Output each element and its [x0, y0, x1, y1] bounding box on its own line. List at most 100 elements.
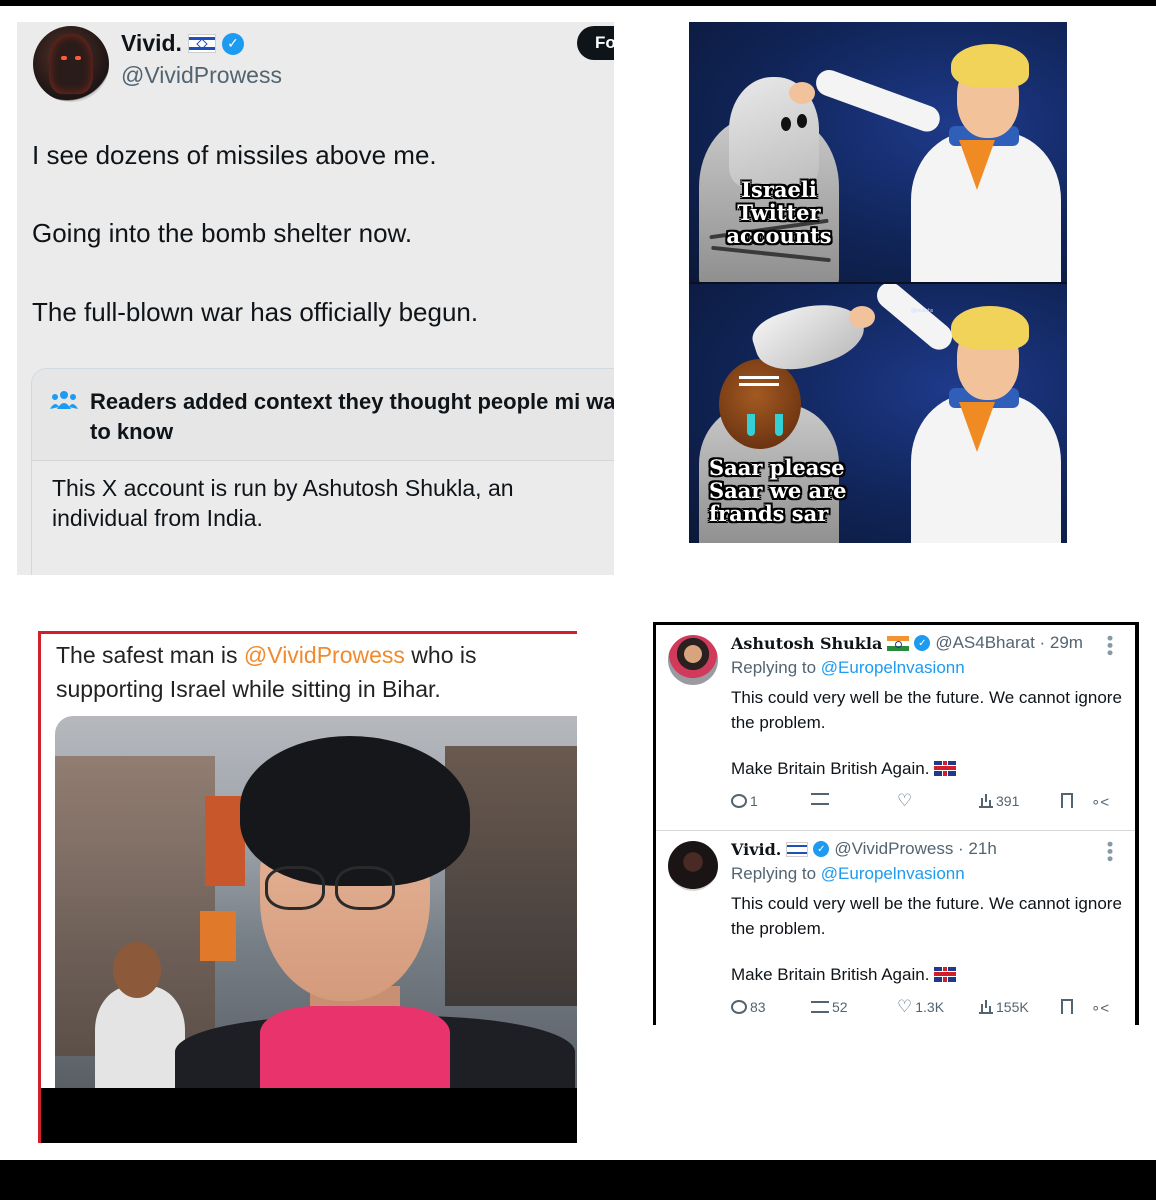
tweet-actions: 83 52 ♡ 1.3K 155K ∘< [731, 997, 1131, 1021]
view-count: 391 [996, 793, 1020, 809]
display-name[interactable]: Ashutosh Shukla [731, 634, 882, 653]
avatar[interactable] [668, 635, 718, 685]
india-flag-icon [887, 635, 910, 651]
views-button[interactable]: 391 [979, 793, 1019, 809]
tweet-header: Ashutosh Shukla ✓ @AS4Bharat · 29m [731, 633, 1083, 653]
tweet-body: This could very well be the future. We c… [731, 894, 1122, 938]
community-note-body: This X account is run by Ashutosh Shukla… [52, 475, 514, 531]
tweet[interactable]: Ashutosh Shukla ✓ @AS4Bharat · 29m ••• R… [656, 625, 1135, 830]
tilak-mark [739, 376, 779, 386]
tweet-actions: 1 ♡ 391 ∘< [731, 791, 1131, 815]
top-border [0, 0, 1156, 6]
display-name-row[interactable]: Vivid. ✓ [121, 30, 244, 57]
mention-link[interactable]: @VividProwess [244, 642, 405, 668]
verified-badge-icon: ✓ [813, 841, 830, 857]
helmet-eye [75, 56, 81, 60]
verified-badge-icon: ✓ [914, 635, 931, 651]
share-icon: ∘< [1091, 794, 1110, 811]
tweet-body-line: Make Britain British Again. [731, 965, 957, 985]
heart-icon: ♡ [897, 791, 913, 810]
handle-time[interactable]: @AS4Bharat · 29m [935, 633, 1083, 653]
fred-arm [871, 284, 958, 355]
uk-flag-icon [934, 761, 957, 776]
replying-to-link[interactable]: @Europelnvasionn [821, 658, 965, 677]
fred-arm [812, 66, 944, 136]
israel-flag-icon [786, 841, 809, 857]
glasses-lens [265, 866, 325, 910]
post-caption: The safest man is @VividProwess who is s… [56, 638, 576, 706]
community-notes-icon [50, 391, 78, 409]
uk-flag-icon [934, 967, 957, 982]
tears [775, 414, 783, 436]
retweet-icon [811, 1001, 829, 1013]
watermark: @mullahs [911, 308, 934, 314]
meme-caption-top: Israeli Twitter accounts [726, 177, 832, 248]
reply-icon [731, 794, 747, 808]
like-button[interactable]: ♡ 1.3K [897, 997, 944, 1016]
fred-hand [849, 306, 875, 328]
meme-frame-top: Israeli Twitter accounts [689, 22, 1067, 282]
reply-button[interactable]: 83 [731, 999, 766, 1015]
display-name: Vivid. [121, 30, 182, 56]
bystander-head [113, 942, 161, 998]
heart-icon: ♡ [897, 997, 913, 1016]
tweets-comparison-panel: Ashutosh Shukla ✓ @AS4Bharat · 29m ••• R… [653, 622, 1139, 1025]
bookmark-button[interactable] [1061, 999, 1073, 1014]
tweet-line: I see dozens of missiles above me. [32, 140, 437, 170]
replying-label: Replying to [731, 864, 821, 883]
share-button[interactable]: ∘< [1091, 999, 1109, 1017]
replying-to: Replying to @Europelnvasionn [731, 658, 965, 678]
ghost-eye-hole [797, 114, 807, 128]
tweet[interactable]: Vivid. ✓ @VividProwess · 21h ••• Replyin… [656, 830, 1135, 1025]
caption-text: The safest man is [56, 642, 244, 668]
reply-count: 1 [750, 793, 758, 809]
verified-badge-icon: ✓ [221, 32, 244, 55]
hair [240, 736, 470, 886]
replying-to-link[interactable]: @Europelnvasionn [821, 864, 965, 883]
avatar[interactable] [33, 26, 109, 102]
bookmark-button[interactable] [1061, 793, 1073, 808]
tears [747, 414, 755, 436]
vehicle-background [445, 746, 577, 1006]
display-name[interactable]: Vivid. [731, 840, 781, 859]
user-handle[interactable]: @VividProwess [121, 62, 282, 89]
more-options-icon[interactable]: ••• [1100, 635, 1120, 657]
views-icon [979, 1000, 993, 1014]
shop-sign [205, 796, 245, 886]
avatar[interactable] [668, 841, 718, 891]
share-icon: ∘< [1091, 1000, 1110, 1017]
fred-hair [951, 306, 1029, 350]
view-count: 155K [996, 999, 1029, 1015]
community-note: Readers added context they thought peopl… [31, 368, 614, 575]
views-button[interactable]: 155K [979, 999, 1029, 1015]
more-options-icon[interactable]: ••• [1100, 841, 1120, 863]
retweet-button[interactable] [811, 793, 832, 805]
retweet-count: 52 [832, 999, 848, 1015]
replying-label: Replying to [731, 658, 821, 677]
pink-scarf [260, 1006, 450, 1088]
tweet-screenshot-panel: Vivid. ✓ @VividProwess Fo I see dozens o… [17, 22, 614, 575]
reply-count: 83 [750, 999, 766, 1015]
reply-button[interactable]: 1 [731, 793, 758, 809]
tweet-line: The full-blown war has officially begun. [32, 297, 479, 327]
community-note-title: Readers added context they thought peopl… [90, 389, 614, 444]
bookmark-icon [1061, 999, 1073, 1014]
helmet-eye [61, 56, 67, 60]
tweet-text: Make Britain British Again. [731, 965, 930, 984]
like-button[interactable]: ♡ [897, 791, 915, 810]
retweet-button[interactable]: 52 [811, 999, 848, 1015]
fred-hair [951, 44, 1029, 88]
bottom-black-bar [0, 1160, 1156, 1200]
reply-icon [731, 1000, 747, 1014]
tweet-text: Make Britain British Again. [731, 759, 930, 778]
handle-time[interactable]: @VividProwess · 21h [834, 839, 996, 859]
ghost-eye-hole [781, 117, 791, 131]
share-button[interactable]: ∘< [1091, 793, 1109, 811]
replying-to: Replying to @Europelnvasionn [731, 864, 965, 884]
glasses-lens [335, 866, 395, 910]
follow-button[interactable]: Fo [577, 26, 614, 60]
unmasked-face [719, 359, 801, 449]
meme-frame-bottom: @mullahs Saar please Saar we are frands … [689, 284, 1067, 543]
community-note-header: Readers added context they thought peopl… [32, 369, 614, 461]
photo-post-panel: The safest man is @VividProwess who is s… [38, 631, 577, 1143]
